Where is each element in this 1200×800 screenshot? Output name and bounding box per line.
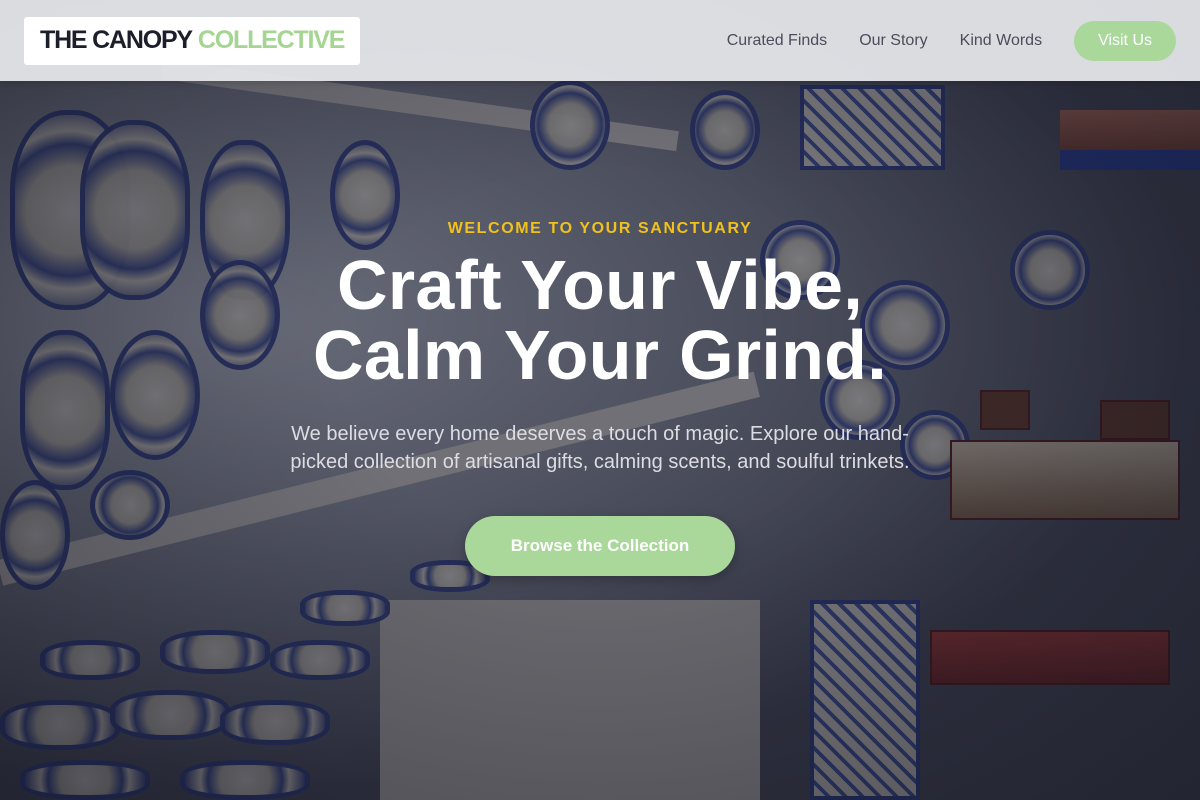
hero-headline-line-2: Calm Your Grind. [313,316,887,394]
hero-section: WELCOME TO YOUR SANCTUARY Craft Your Vib… [0,0,1200,800]
browse-collection-button[interactable]: Browse the Collection [465,516,735,576]
hero-eyebrow: WELCOME TO YOUR SANCTUARY [447,220,753,237]
hero-headline-line-1: Craft Your Vibe, [336,246,864,324]
hero-subtext: We believe every home deserves a touch o… [290,423,910,473]
hero-headline: Craft Your Vibe, Calm Your Grind. [313,250,887,390]
